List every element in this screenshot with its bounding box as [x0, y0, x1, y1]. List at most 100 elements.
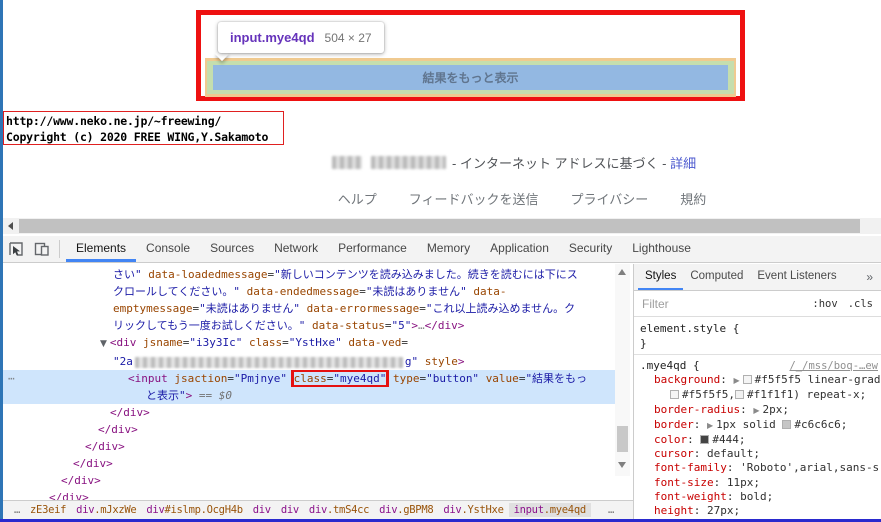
- color-swatch[interactable]: [670, 390, 679, 400]
- breadcrumb-item[interactable]: div.mJxzWe: [71, 503, 141, 517]
- expand-arrow-icon[interactable]: ▶: [707, 421, 713, 430]
- tab-console[interactable]: Console: [136, 236, 200, 262]
- code-token: zE3eif: [30, 504, 67, 516]
- dom-tree-line[interactable]: クロールしてください。" data-endedmessage="未読はありません…: [3, 283, 615, 300]
- vertical-scrollbar-thumb[interactable]: [617, 426, 628, 452]
- code-token: .gBPM8: [397, 504, 434, 516]
- horizontal-scrollbar[interactable]: [3, 218, 881, 234]
- search-result-line: - インターネット アドレスに基づく - 詳細: [332, 153, 696, 171]
- css-declaration[interactable]: border: ▶ 1px solid #c6c6c6;: [640, 418, 881, 433]
- breadcrumb-item[interactable]: input.mye4qd: [508, 503, 591, 517]
- more-actions-icon[interactable]: ⋯: [8, 370, 16, 387]
- css-rule-mye4qd: .mye4qd { /_/mss/boq-…ew background: ▶ #f…: [634, 355, 881, 519]
- code-token: <div: [109, 336, 137, 349]
- code-token: "2a: [113, 355, 133, 368]
- tab-memory[interactable]: Memory: [417, 236, 480, 262]
- dom-tree-line[interactable]: </div>: [3, 489, 615, 500]
- tab-sources[interactable]: Sources: [200, 236, 264, 262]
- expand-arrow-icon[interactable]: ▶: [733, 376, 739, 385]
- css-declaration[interactable]: font-weight: bold;: [640, 490, 881, 504]
- dom-tree-line[interactable]: </div>: [3, 404, 615, 421]
- footer-link[interactable]: プライバシー: [571, 189, 649, 208]
- dom-tree-line[interactable]: さい" data-loadedmessage="新しいコンテンツを読み込みました…: [3, 266, 615, 283]
- code-token: type: [392, 372, 420, 385]
- inspect-element-button[interactable]: [3, 237, 29, 261]
- scroll-down-arrow-icon[interactable]: [618, 462, 626, 468]
- tooltip-dimensions: 504 × 27: [324, 30, 372, 45]
- breadcrumb-item[interactable]: …: [9, 503, 25, 517]
- sidebar-tab-styles[interactable]: Styles: [638, 265, 684, 290]
- css-declaration[interactable]: font-size: 11px;: [640, 476, 881, 490]
- tab-network[interactable]: Network: [264, 236, 328, 262]
- code-token: :: [726, 489, 741, 503]
- class-toggle[interactable]: .cls: [848, 298, 873, 310]
- detail-link[interactable]: 詳細: [670, 153, 696, 172]
- code-token: #f1f1f1) repeat-x;: [746, 388, 867, 402]
- dom-tree-line[interactable]: </div>: [3, 421, 615, 438]
- expand-arrow-icon[interactable]: ▶: [753, 406, 759, 415]
- styles-filter-input[interactable]: [634, 295, 774, 312]
- css-declaration[interactable]: border-radius: ▶ 2px;: [640, 403, 881, 418]
- css-declaration[interactable]: color: #444;: [640, 433, 881, 447]
- code-token: "5": [391, 319, 412, 332]
- breadcrumb-item[interactable]: div.YstHxe: [438, 503, 508, 517]
- css-selector[interactable]: .mye4qd {: [640, 359, 700, 373]
- color-swatch[interactable]: [782, 419, 792, 429]
- code-token: :: [687, 433, 701, 447]
- dom-tree-line[interactable]: と表示"> == $0: [3, 387, 615, 404]
- breadcrumb-item[interactable]: div: [248, 503, 276, 517]
- tab-application[interactable]: Application: [480, 236, 559, 262]
- footer-link[interactable]: ヘルプ: [338, 189, 377, 208]
- annotation-red-box: input.mye4qd 504 × 27 結果をもっと表示: [196, 10, 745, 101]
- elements-vertical-scrollbar[interactable]: [615, 264, 630, 476]
- dom-tree-line[interactable]: </div>: [3, 472, 615, 489]
- code-token: :: [693, 447, 707, 461]
- sidebar-tab-computed[interactable]: Computed: [683, 265, 750, 290]
- dom-tree-line[interactable]: </div>: [3, 438, 615, 455]
- breadcrumb-item[interactable]: div#islmp.OcgH4b: [141, 503, 247, 517]
- dom-tree-line[interactable]: emptymessage = "未読はありません" data-errormessag…: [3, 300, 615, 317]
- toggle-device-toolbar-button[interactable]: [29, 237, 55, 261]
- breadcrumb-item[interactable]: …: [603, 503, 619, 517]
- left-border-line: [0, 0, 3, 522]
- more-tabs-icon[interactable]: »: [866, 270, 881, 284]
- footer-link[interactable]: フィードバックを送信: [409, 189, 539, 208]
- dom-tree-line[interactable]: ⋯ <input jsaction="Pmjnye" class="mye4qd"…: [3, 370, 615, 387]
- class-attribute-red-box: class="mye4qd": [290, 370, 390, 387]
- dom-tree-line[interactable]: ▼ <div jsname="i3y3Ic" class="YstHxe" dat…: [3, 334, 615, 353]
- tab-security[interactable]: Security: [559, 236, 622, 262]
- tab-lighthouse[interactable]: Lighthouse: [622, 236, 701, 262]
- breadcrumb-item[interactable]: zE3eif: [25, 503, 71, 517]
- css-declaration[interactable]: font-family: 'Roboto',arial,sans-s: [640, 461, 881, 475]
- element-style-block[interactable]: element.style { }: [634, 317, 881, 355]
- footer-link[interactable]: 規約: [680, 189, 706, 208]
- tab-elements[interactable]: Elements: [66, 236, 137, 262]
- expand-arrow-icon[interactable]: ▼: [100, 339, 107, 349]
- dom-tree-line[interactable]: </div>: [3, 455, 615, 472]
- scroll-up-arrow-icon[interactable]: [618, 269, 626, 275]
- scroll-left-arrow-icon[interactable]: [8, 222, 13, 230]
- pseudo-state-toggle[interactable]: :hov: [812, 298, 837, 310]
- horizontal-scrollbar-thumb[interactable]: [19, 219, 860, 233]
- code-token: =: [282, 336, 289, 349]
- stylesheet-source-link[interactable]: /_/mss/boq-…ew: [789, 359, 881, 373]
- color-swatch[interactable]: [734, 390, 744, 400]
- css-declaration[interactable]: #f5f5f5, #f1f1f1) repeat-x;: [640, 388, 881, 402]
- sidebar-tab-event-listeners[interactable]: Event Listeners: [750, 265, 843, 290]
- breadcrumb-item[interactable]: div.tmS4cc: [304, 503, 374, 517]
- css-declaration[interactable]: background: ▶ #f5f5f5 linear-grad: [640, 373, 881, 388]
- code-token: 'Roboto',arial,sans-s: [740, 461, 880, 475]
- dom-tree-line[interactable]: リックしてもう一度お試しください。" data-status="5">…</di…: [3, 317, 615, 334]
- show-more-results-button[interactable]: 結果をもっと表示: [213, 65, 728, 90]
- breadcrumb-item[interactable]: div: [276, 503, 304, 517]
- code-token: jsname: [143, 336, 183, 349]
- css-declaration[interactable]: height: 27px;: [640, 504, 881, 518]
- breadcrumb-item[interactable]: div.gBPM8: [374, 503, 438, 517]
- css-declaration[interactable]: cursor: default;: [640, 447, 881, 461]
- color-swatch[interactable]: [700, 435, 710, 445]
- dom-tree-line[interactable]: "2a g" style>: [3, 353, 615, 370]
- color-swatch[interactable]: [742, 375, 752, 385]
- code-token: :: [720, 373, 734, 387]
- code-token: div: [252, 504, 271, 516]
- tab-performance[interactable]: Performance: [328, 236, 417, 262]
